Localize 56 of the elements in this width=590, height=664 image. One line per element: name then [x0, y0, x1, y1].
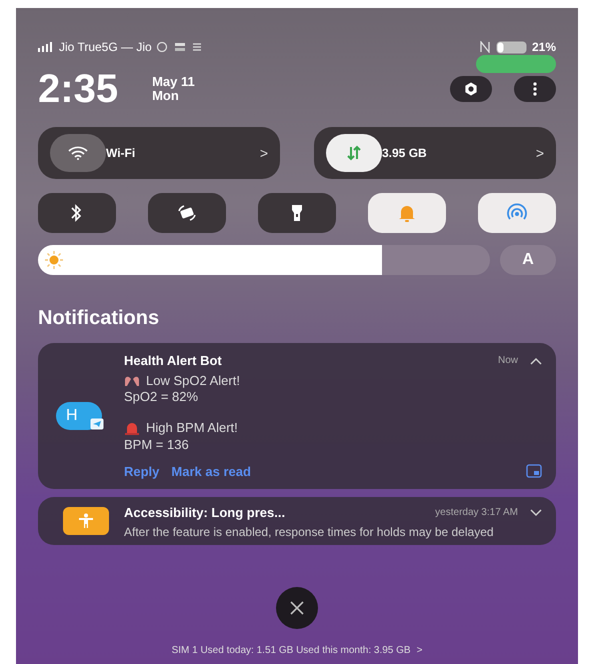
carrier-name: Jio True5G — Jio: [59, 39, 152, 56]
alert-headline: Low SpO2 Alert!: [146, 372, 240, 390]
settings-button[interactable]: [450, 76, 492, 102]
avatar: H: [56, 402, 102, 430]
notification-card[interactable]: Accessibility: Long pres... yesterday 3:17 AM After the feature is enabled, response times for holds may be delayed: [38, 497, 556, 544]
nfc-icon: [480, 41, 490, 53]
battery-icon: [496, 40, 528, 54]
notification-card[interactable]: H Health Alert Bot Now Low SpO2 Alert! SpO2 = 82% High BPM Alert! BPM = 136 Reply Mark as read: [38, 343, 556, 489]
expand-toggle[interactable]: [530, 356, 542, 365]
reply-button[interactable]: Reply: [124, 462, 160, 481]
tile-label: Wi-Fi: [106, 145, 136, 162]
weekday: Mon: [152, 89, 180, 103]
flashlight-toggle[interactable]: [258, 193, 336, 233]
sun-icon: [44, 250, 64, 270]
chevron-icon: >: [536, 142, 544, 164]
app-badge-icon: [90, 418, 104, 430]
data-usage-summary: SIM 1 Used today: 1.51 GB Used this month: 3.95 GB: [172, 644, 411, 658]
bell-toggle[interactable]: [368, 193, 446, 233]
date: May 11: [152, 75, 195, 89]
alert-headline: High BPM Alert!: [146, 419, 238, 437]
more-options-button[interactable]: [514, 76, 556, 102]
notification-time: Now: [498, 354, 518, 368]
close-icon: [290, 601, 304, 615]
picture-in-picture-icon: [526, 464, 542, 478]
accessibility-icon: [63, 506, 109, 535]
mobile-data-tile[interactable]: 3.95 GB >: [314, 127, 556, 179]
wifi-toggle[interactable]: [50, 134, 106, 172]
notifications-heading: Notifications: [38, 306, 160, 331]
battery-percent: 21%: [532, 39, 556, 56]
alert-detail: SpO2 = 82%: [124, 390, 200, 404]
notification-title: Health Alert Bot: [124, 352, 222, 370]
notification-title: Accessibility: Long pres...: [124, 504, 286, 522]
alert-detail: BPM = 136: [124, 438, 190, 452]
more-icon: [533, 82, 537, 96]
chevron-icon[interactable]: >: [416, 643, 422, 658]
data-toggle[interactable]: [326, 134, 382, 172]
mark-as-read-button[interactable]: Mark as read: [171, 462, 251, 481]
clock-time: 2:35: [38, 69, 118, 109]
expand-toggle[interactable]: [530, 508, 542, 517]
wifi-icon: [68, 146, 88, 160]
auto-brightness-button[interactable]: A: [500, 245, 556, 275]
rotate-toggle[interactable]: [148, 193, 226, 233]
chevron-icon: >: [260, 142, 268, 164]
bell-icon: [397, 203, 417, 223]
notification-time: yesterday 3:17 AM: [435, 506, 518, 520]
notification-body: After the feature is enabled, response times for holds may be delayed: [124, 524, 495, 538]
brightness-slider[interactable]: [38, 245, 490, 275]
wifi-tile[interactable]: Wi-Fi >: [38, 127, 280, 179]
settings-icon: [464, 82, 478, 96]
data-arrows-icon: [346, 145, 362, 161]
tile-label: 3.95 GB: [382, 145, 427, 162]
bluetooth-toggle[interactable]: [38, 193, 116, 233]
close-button[interactable]: [276, 587, 318, 629]
hotspot-toggle[interactable]: [478, 193, 556, 233]
siren-icon: [124, 420, 140, 435]
rotate-icon: [177, 203, 197, 223]
